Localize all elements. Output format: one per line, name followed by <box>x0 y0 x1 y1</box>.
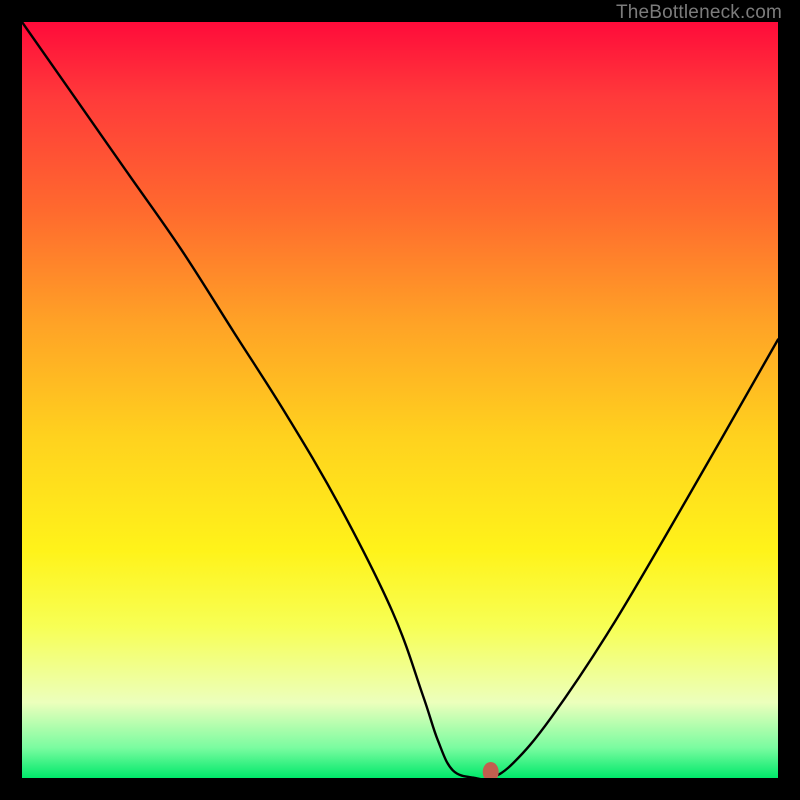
attribution-text: TheBottleneck.com <box>616 2 782 24</box>
image-frame: TheBottleneck.com <box>0 0 800 800</box>
bottleneck-curve <box>22 22 778 778</box>
gradient-plot-area <box>22 22 778 778</box>
chart-svg <box>22 22 778 778</box>
optimum-marker <box>483 762 499 778</box>
